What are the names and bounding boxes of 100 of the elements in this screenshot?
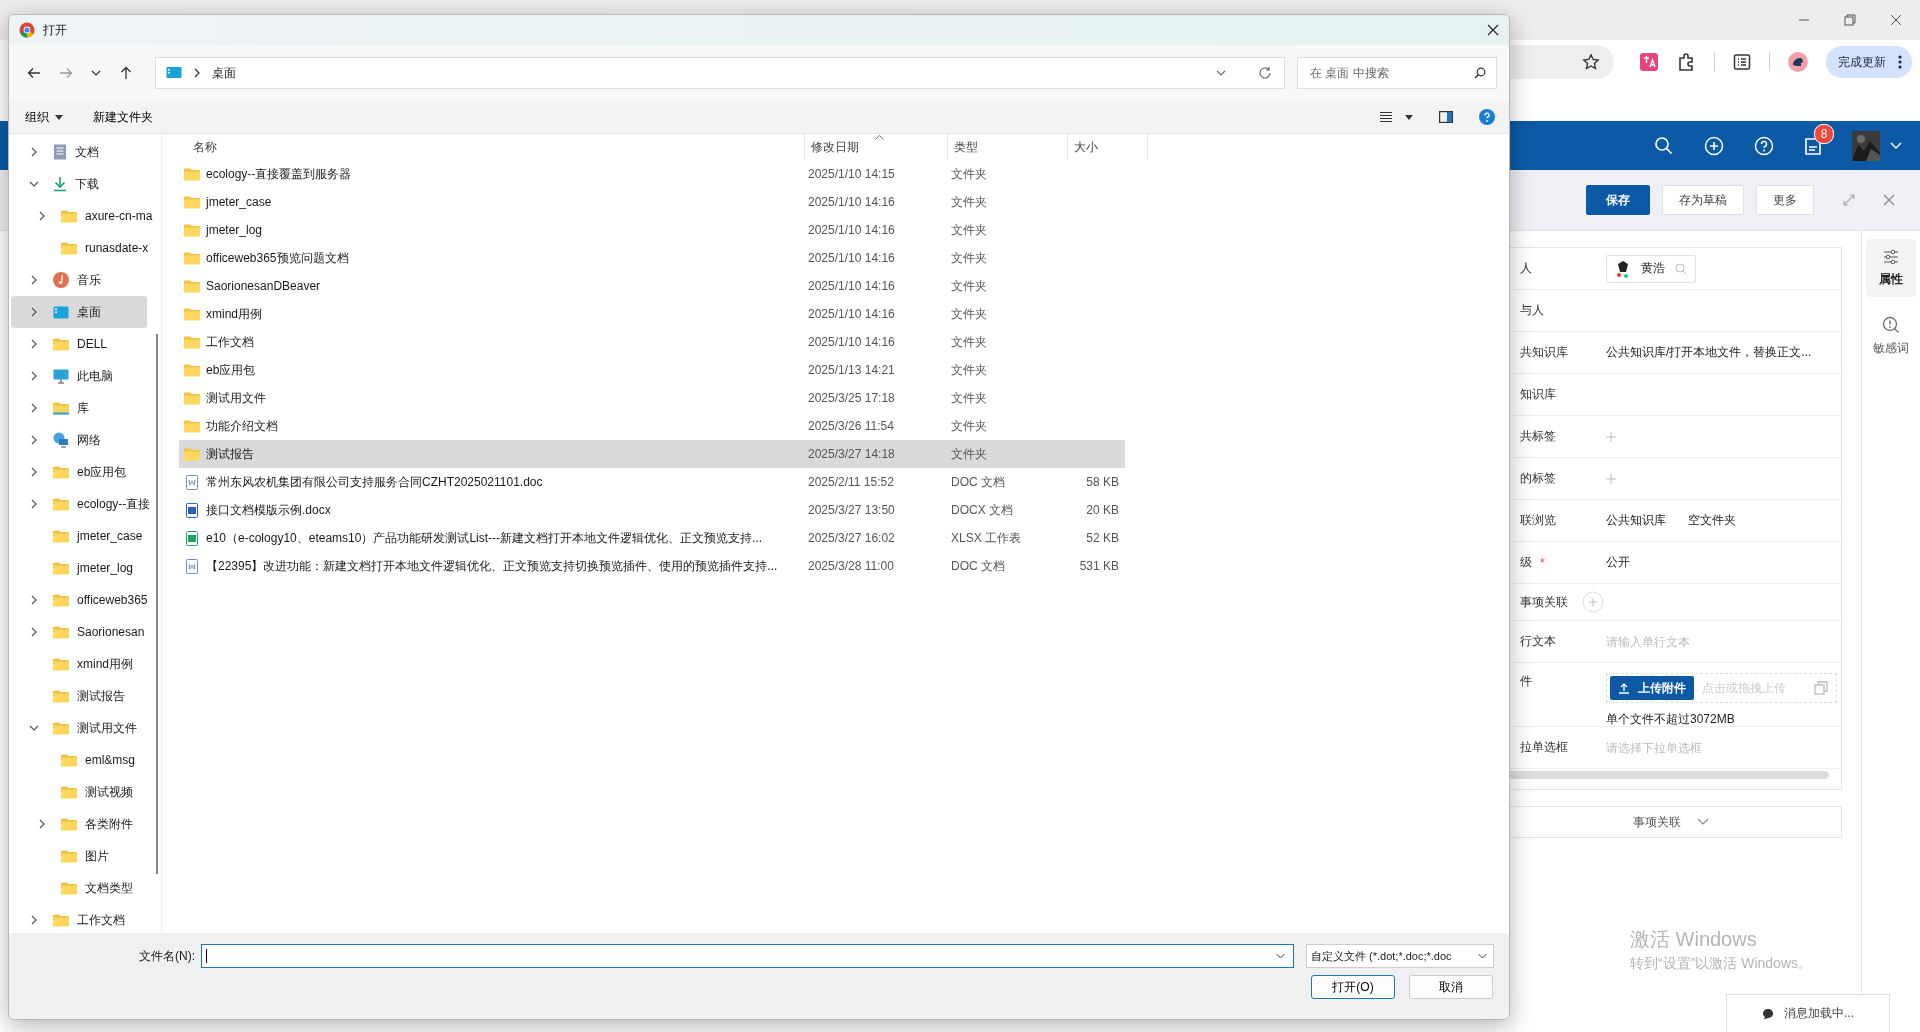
tree-item[interactable]: ecology--直接 [11,488,159,520]
preview-pane-icon[interactable] [1439,111,1453,123]
address-field[interactable]: 桌面 [155,57,1285,89]
folder-icon [61,241,77,255]
file-row[interactable]: SaorionesanDBeaver 2025/1/10 14:16 文件夹 [179,272,1125,300]
dialog-button[interactable]: 打开(O) [1311,975,1395,999]
tree-item[interactable]: 网络 [11,424,159,456]
side-tab[interactable]: 属性 [1866,239,1917,297]
field-value: 空文件夹 [1688,512,1736,529]
file-row[interactable]: ecology--直接覆盖到服务器 2025/1/10 14:15 文件夹 [179,160,1125,188]
close-icon[interactable] [1890,14,1902,26]
file-name: eb应用包 [206,361,256,379]
search-field[interactable]: 在 桌面 中搜索 [1297,57,1497,89]
file-row[interactable]: 接口文档模版示例.docx 2025/3/27 13:50 DOCX 文档 20 KB [179,496,1125,524]
tree-item[interactable]: officeweb365 [11,584,159,616]
refresh-icon[interactable] [1258,66,1272,80]
view-list-icon[interactable] [1379,111,1393,123]
file-row[interactable]: 测试报告 2025/3/27 14:18 文件夹 [179,440,1125,468]
tree-item[interactable]: eml&msg [11,744,159,776]
upload-button[interactable]: 上传附件 [1610,676,1694,700]
tree-item[interactable]: 桌面 [11,296,147,328]
chevron-right-icon [29,627,39,637]
tree-item[interactable]: 各类附件 [11,808,159,840]
star-icon[interactable] [1582,53,1600,71]
restore-icon[interactable] [1844,14,1856,26]
field-label: 知识库 [1520,386,1556,403]
folder-icon [184,279,200,293]
person-field[interactable]: 黄浩 [1606,254,1696,283]
tree-item[interactable]: 文档类型 [11,872,159,904]
file-date: 2025/3/25 17:18 [808,391,896,405]
column-header[interactable]: 大小 [1068,134,1148,160]
file-row[interactable]: jmeter_log 2025/1/10 14:16 文件夹 [179,216,1125,244]
column-header[interactable]: 类型 [948,134,1068,160]
translate-icon[interactable] [1640,53,1658,71]
column-header[interactable]: 名称 [179,134,805,160]
tree-item[interactable]: 音乐 [11,264,159,296]
search-icon[interactable] [1474,67,1486,79]
file-row[interactable]: 常州东风农机集团有限公司支持服务合同CZHT2025021101.doc 2025/2/11 15:52 DOC 文档 58 KB [179,468,1125,496]
folder-icon [184,419,200,433]
tree-item[interactable]: 工作文档 [11,904,159,936]
help-icon[interactable] [1479,109,1495,125]
file-row[interactable]: 测试用文件 2025/3/25 17:18 文件夹 [179,384,1125,412]
tree-item[interactable]: 此电脑 [11,360,159,392]
file-row[interactable]: 工作文档 2025/1/10 14:16 文件夹 [179,328,1125,356]
profile-avatar-icon[interactable] [1788,52,1808,72]
activation-message: 转到“设置”以激活 Windows。 [1630,955,1813,973]
tree-item[interactable]: Saorionesan [11,616,159,648]
folder-icon [184,391,200,405]
field-value: 公共知识库 [1606,512,1666,529]
tree-item[interactable]: 测试用文件 [11,712,159,744]
file-row[interactable]: officeweb365预览问题文档 2025/1/10 14:16 文件夹 [179,244,1125,272]
library-folder-icon [53,401,69,415]
update-button[interactable]: 完成更新 [1826,46,1912,78]
search-icon[interactable] [1654,135,1674,156]
tree-item[interactable]: axure-cn-ma [11,200,159,232]
close-icon[interactable] [1487,24,1499,36]
filename-label: 文件名(N): [138,947,195,965]
tree-item[interactable]: 下载 [11,168,159,200]
tree-item[interactable]: 库 [11,392,159,424]
toolbar-button[interactable]: 组织 [21,106,67,128]
dialog-button[interactable]: 取消 [1409,975,1493,999]
tree-item[interactable]: eb应用包 [11,456,159,488]
file-row[interactable]: xmind用例 2025/1/10 14:16 文件夹 [179,300,1125,328]
input-field[interactable]: 请选择下拉单选框 [1606,740,1806,755]
reading-list-icon[interactable] [1733,53,1751,71]
tree-item[interactable]: xmind用例 [11,648,159,680]
search-input[interactable]: 在 桌面 中搜索 [1308,65,1474,81]
action-button[interactable]: 更多 [1756,185,1814,215]
file-type-dropdown[interactable]: 自定义文件 (*.dot;*.doc;*.doc [1306,944,1494,968]
tree-item[interactable]: runasdate-x [11,232,159,264]
file-row[interactable]: 【22395】改进功能：新建文档打开本地文件逻辑优化、正文预览支持切换预览插件、使用的预览插件支持... 2025/3/28 11:00 DOC 文档 531 KB [179,552,1125,580]
tree-item[interactable]: 文档 [11,136,159,168]
tree-item[interactable]: jmeter_log [11,552,159,584]
action-button[interactable]: 存为草稿 [1662,185,1744,215]
puzzle-icon[interactable] [1676,52,1696,72]
side-tab[interactable]: 敏感词 [1866,307,1917,365]
file-row[interactable]: e10（e-cology10、eteams10）产品功能研发测试List---新建文档打开本地文件逻辑优化、正文预览支持... 2025/3/27 16:02 XLSX 工作表 52 KB [179,524,1125,552]
tree-item[interactable]: jmeter_case [11,520,159,552]
folder-icon [61,785,77,799]
chevron-right-icon [29,499,39,509]
toolbar-button[interactable]: 新建文件夹 [89,106,157,128]
filename-field[interactable] [201,944,1294,968]
column-header[interactable]: 修改日期 [805,134,948,160]
action-button[interactable]: 保存 [1586,185,1650,215]
file-row[interactable]: 功能介绍文档 2025/3/26 11:54 文件夹 [179,412,1125,440]
file-row[interactable]: eb应用包 2025/1/13 14:21 文件夹 [179,356,1125,384]
back-arrow-icon[interactable] [27,66,41,80]
input-field[interactable]: 请输入单行文本 [1606,634,1806,649]
tree-item[interactable]: 测试报告 [11,680,159,712]
file-name: 常州东风农机集团有限公司支持服务合同CZHT2025021101.doc [206,473,543,491]
tree-item[interactable]: DELL [11,328,159,360]
tree-item[interactable]: 测试视频 [11,776,159,808]
file-date: 2025/3/27 13:50 [808,503,896,517]
up-arrow-icon[interactable] [119,66,133,80]
tree-item[interactable]: 图片 [11,840,159,872]
document-icon[interactable] [1804,135,1822,156]
help-icon[interactable] [1754,135,1774,156]
file-row[interactable]: jmeter_case 2025/1/10 14:16 文件夹 [179,188,1125,216]
chevron-down-icon[interactable] [91,69,101,77]
chevron-right-icon [29,147,39,157]
